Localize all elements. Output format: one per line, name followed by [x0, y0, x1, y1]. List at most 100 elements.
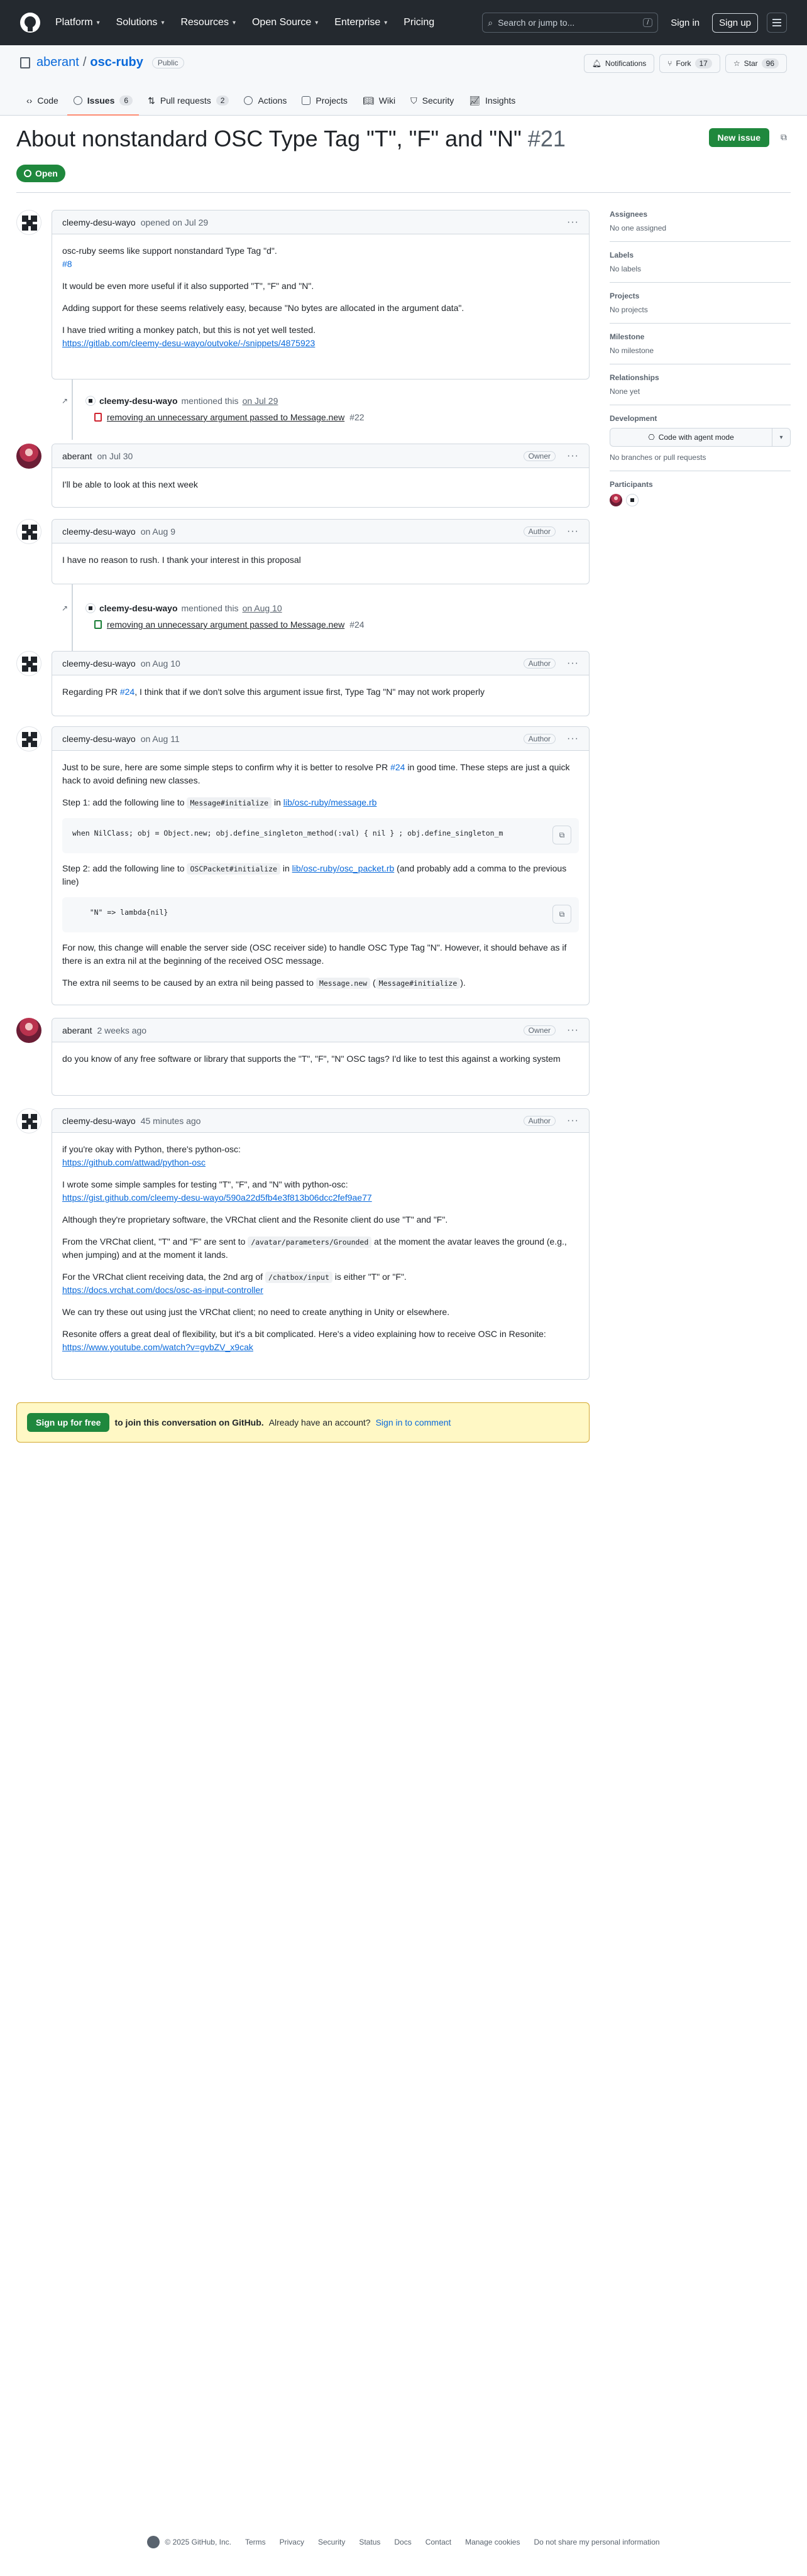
- tab-insights[interactable]: 📈︎ Insights: [463, 86, 522, 115]
- comment-text: From the VRChat client, "T" and "F" are …: [62, 1236, 246, 1247]
- github-logo-icon[interactable]: [20, 13, 40, 33]
- external-link[interactable]: https://www.youtube.com/watch?v=gvbZV_x9…: [62, 1342, 253, 1352]
- event-author[interactable]: cleemy-desu-wayo: [99, 603, 178, 613]
- comment-text: Regarding PR: [62, 687, 118, 697]
- avatar[interactable]: [610, 494, 622, 506]
- avatar[interactable]: [16, 519, 41, 544]
- external-link[interactable]: https://docs.vrchat.com/docs/osc-as-inpu…: [62, 1285, 263, 1295]
- hamburger-menu-icon[interactable]: [767, 13, 787, 33]
- kebab-menu-icon[interactable]: ···: [567, 217, 579, 228]
- copy-icon[interactable]: ⧉: [552, 826, 571, 844]
- tab-projects[interactable]: Projects: [295, 86, 354, 115]
- footer-link-cookies[interactable]: Manage cookies: [465, 2538, 520, 2546]
- copy-icon[interactable]: ⧉: [552, 905, 571, 924]
- search-input[interactable]: ⌕ Search or jump to... /: [482, 13, 659, 33]
- repo-owner-link[interactable]: aberant: [36, 55, 79, 70]
- pr-link[interactable]: #24: [120, 687, 134, 697]
- footer-link-privacy[interactable]: Privacy: [280, 2538, 304, 2546]
- avatar[interactable]: [16, 210, 41, 235]
- footer-link-contact[interactable]: Contact: [425, 2538, 451, 2546]
- avatar[interactable]: [16, 651, 41, 676]
- new-issue-button[interactable]: New issue: [708, 128, 769, 147]
- reference-item[interactable]: removing an unnecessary argument passed …: [94, 412, 365, 422]
- notifications-button[interactable]: 🔔︎ Notifications: [583, 54, 655, 73]
- comment-author[interactable]: cleemy-desu-wayo: [62, 527, 136, 537]
- comment-author[interactable]: cleemy-desu-wayo: [62, 734, 136, 744]
- pr-link[interactable]: #24: [390, 762, 405, 772]
- github-logo-icon[interactable]: [147, 2536, 160, 2548]
- kebab-menu-icon[interactable]: ···: [567, 1025, 579, 1036]
- nav-platform[interactable]: Platform ▾: [55, 17, 100, 28]
- reference-item[interactable]: removing an unnecessary argument passed …: [94, 619, 365, 630]
- signin-link[interactable]: Sign in: [671, 18, 700, 28]
- kebab-menu-icon[interactable]: ···: [567, 1115, 579, 1127]
- avatar[interactable]: [16, 444, 41, 469]
- shield-icon: ⛉: [410, 95, 417, 106]
- kebab-menu-icon[interactable]: ···: [567, 658, 579, 669]
- avatar[interactable]: [16, 1108, 41, 1133]
- footer-link-status[interactable]: Status: [359, 2538, 380, 2546]
- avatar[interactable]: [85, 603, 96, 613]
- footer-link-docs[interactable]: Docs: [394, 2538, 411, 2546]
- copy-link-icon[interactable]: ⧉: [781, 132, 787, 143]
- fork-button[interactable]: ⑂ Fork 17: [659, 54, 720, 73]
- comment-author[interactable]: aberant: [62, 451, 92, 461]
- repo-name-link[interactable]: osc-ruby: [90, 55, 143, 70]
- tab-count: 6: [119, 96, 133, 106]
- footer-link-security[interactable]: Security: [318, 2538, 345, 2546]
- reference-title[interactable]: removing an unnecessary argument passed …: [107, 619, 344, 630]
- tab-issues[interactable]: Issues 6: [67, 86, 140, 116]
- tab-code[interactable]: ‹› Code: [20, 86, 65, 115]
- footer-link-terms[interactable]: Terms: [245, 2538, 266, 2546]
- kebab-menu-icon[interactable]: ···: [567, 733, 579, 745]
- comment-body: do you know of any free software or libr…: [52, 1042, 589, 1076]
- signup-button[interactable]: Sign up: [712, 13, 758, 33]
- external-link[interactable]: https://gist.github.com/cleemy-desu-wayo…: [62, 1192, 372, 1203]
- avatar[interactable]: [626, 494, 639, 506]
- footer: © 2025 GitHub, Inc. Terms Privacy Securi…: [0, 2536, 807, 2548]
- agent-button-main[interactable]: ⎔ Code with agent mode: [610, 428, 772, 446]
- reference-title[interactable]: removing an unnecessary argument passed …: [107, 412, 344, 422]
- snippet-link[interactable]: https://gitlab.com/cleemy-desu-wayo/outv…: [62, 338, 315, 348]
- nav-enterprise[interactable]: Enterprise ▾: [334, 17, 387, 28]
- avatar[interactable]: [16, 1018, 41, 1043]
- kebab-menu-icon[interactable]: ···: [567, 526, 579, 537]
- event-action: mentioned this: [181, 603, 239, 613]
- chevron-down-icon[interactable]: ▾: [772, 428, 790, 446]
- comment-author[interactable]: aberant: [62, 1025, 92, 1035]
- tab-pull-requests[interactable]: ⇅ Pull requests 2: [141, 86, 235, 115]
- comment-author[interactable]: cleemy-desu-wayo: [62, 217, 136, 227]
- tab-wiki[interactable]: 📖︎ Wiki: [356, 86, 402, 115]
- comment-card: aberant on Jul 30 Owner ··· I'll be able…: [52, 444, 590, 508]
- comment-header: cleemy-desu-wayo on Aug 9 Author ···: [52, 520, 589, 543]
- tab-actions[interactable]: Actions: [238, 86, 293, 115]
- role-badge: Author: [523, 526, 556, 537]
- comment-author[interactable]: cleemy-desu-wayo: [62, 658, 136, 669]
- star-button[interactable]: ☆ Star 96: [725, 54, 787, 73]
- comment-author[interactable]: cleemy-desu-wayo: [62, 1116, 136, 1126]
- issue-link[interactable]: #8: [62, 259, 72, 269]
- signup-free-button[interactable]: Sign up for free: [27, 1413, 110, 1432]
- nav-solutions[interactable]: Solutions ▾: [116, 17, 165, 28]
- nav-pricing[interactable]: Pricing: [404, 17, 434, 28]
- signin-to-comment-link[interactable]: Sign in to comment: [376, 1417, 451, 1427]
- comment-header: aberant on Jul 30 Owner ···: [52, 444, 589, 468]
- code-with-agent-button[interactable]: ⎔ Code with agent mode ▾: [610, 428, 791, 447]
- comment-text: osc-ruby seems like support nonstandard …: [62, 246, 277, 256]
- event-author[interactable]: cleemy-desu-wayo: [99, 396, 178, 406]
- footer-link-do-not-share[interactable]: Do not share my personal information: [534, 2538, 659, 2546]
- nav-open-source[interactable]: Open Source ▾: [252, 17, 318, 28]
- comment-text: Step 1: add the following line to: [62, 797, 185, 807]
- comment-text: For the VRChat client receiving data, th…: [62, 1272, 263, 1282]
- search-placeholder: Search or jump to...: [498, 18, 575, 28]
- tab-security[interactable]: ⛉ Security: [404, 86, 460, 115]
- avatar[interactable]: [16, 726, 41, 751]
- file-link[interactable]: lib/osc-ruby/osc_packet.rb: [292, 863, 395, 873]
- comment-date: opened on Jul 29: [140, 217, 209, 227]
- kebab-menu-icon[interactable]: ···: [567, 450, 579, 462]
- avatar[interactable]: [85, 396, 96, 406]
- nav-resources[interactable]: Resources ▾: [180, 17, 236, 28]
- file-link[interactable]: lib/osc-ruby/message.rb: [283, 797, 377, 807]
- external-link[interactable]: https://github.com/attwad/python-osc: [62, 1157, 206, 1167]
- comment-body: Just to be sure, here are some simple st…: [52, 751, 589, 1000]
